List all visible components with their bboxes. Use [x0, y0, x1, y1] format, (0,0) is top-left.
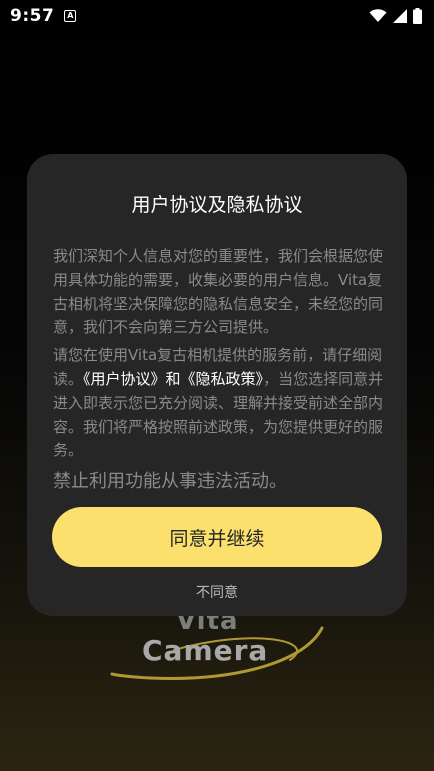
wifi-icon [369, 9, 387, 22]
user-agreement-link[interactable]: 《用户协议》 [83, 370, 166, 388]
dialog-paragraph-3: 禁止利用功能从事违法活动。 [53, 471, 287, 493]
status-time: 9:57 [10, 6, 55, 26]
agree-continue-button[interactable]: 同意并继续 [52, 507, 382, 567]
status-right [369, 8, 422, 24]
battery-icon [413, 8, 422, 24]
dialog-paragraph-1: 我们深知个人信息对您的重要性，我们会根据您使用具体功能的需要，收集必要的用户信息… [53, 247, 384, 337]
and-text: 和 [165, 369, 181, 388]
dialog-body: 我们深知个人信息对您的重要性，我们会根据您使用具体功能的需要，收集必要的用户信息… [53, 245, 385, 497]
logo-text-camera: Camera [142, 634, 269, 667]
status-bar: 9:57 A [0, 0, 434, 32]
signal-icon [393, 9, 407, 23]
app-notification-icon: A [64, 10, 77, 22]
status-left: 9:57 A [10, 6, 77, 26]
privacy-policy-link[interactable]: 《隐私政策》 [181, 370, 264, 388]
disagree-button[interactable]: 不同意 [27, 582, 407, 602]
dialog-paragraph-2: 请您在使用Vita复古相机提供的服务前，请仔细阅读。《用户协议》和《隐私政策》，… [53, 344, 385, 463]
privacy-dialog: 用户协议及隐私协议 我们深知个人信息对您的重要性，我们会根据您使用具体功能的需要… [27, 154, 407, 616]
dialog-title: 用户协议及隐私协议 [131, 194, 303, 216]
